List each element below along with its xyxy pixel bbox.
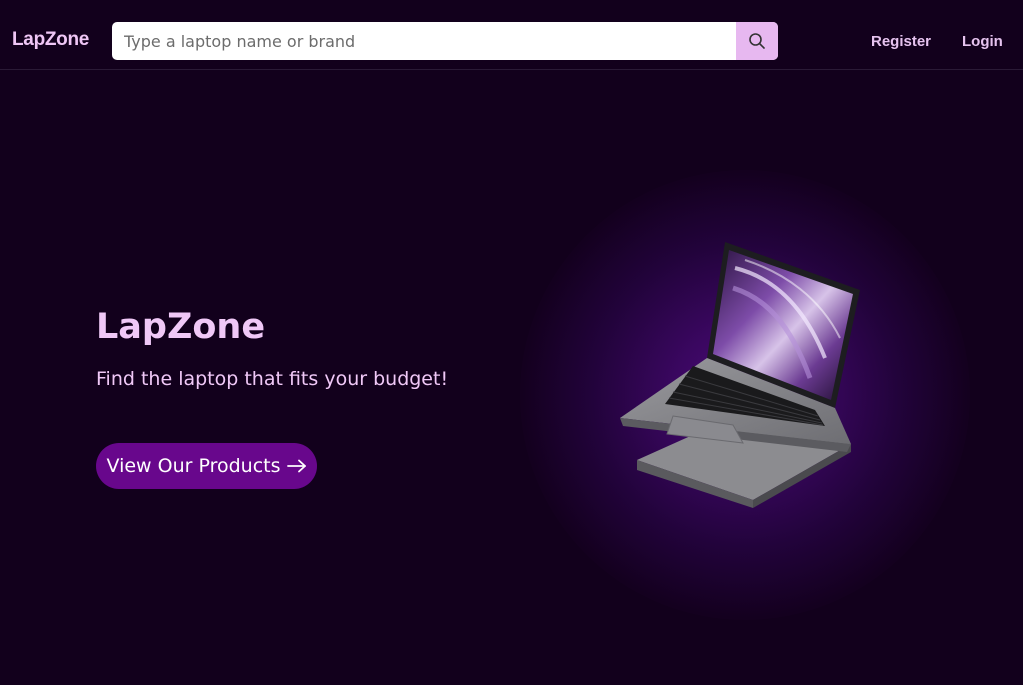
search-input[interactable] [112, 22, 736, 60]
search-bar [112, 22, 778, 60]
view-products-label: View Our Products [106, 455, 281, 477]
navbar: LapZone Register Login [0, 0, 1023, 70]
brand-logo[interactable]: LapZone [12, 29, 89, 51]
hero-subtitle: Find the laptop that fits your budget! [96, 368, 449, 390]
search-button[interactable] [736, 22, 778, 60]
view-products-button[interactable]: View Our Products [96, 443, 317, 489]
search-icon [749, 33, 765, 49]
register-link[interactable]: Register [871, 33, 931, 50]
login-link[interactable]: Login [962, 33, 1003, 50]
hero-title: LapZone [96, 307, 266, 347]
arrow-right-icon [286, 459, 306, 473]
laptop-image [620, 242, 860, 508]
